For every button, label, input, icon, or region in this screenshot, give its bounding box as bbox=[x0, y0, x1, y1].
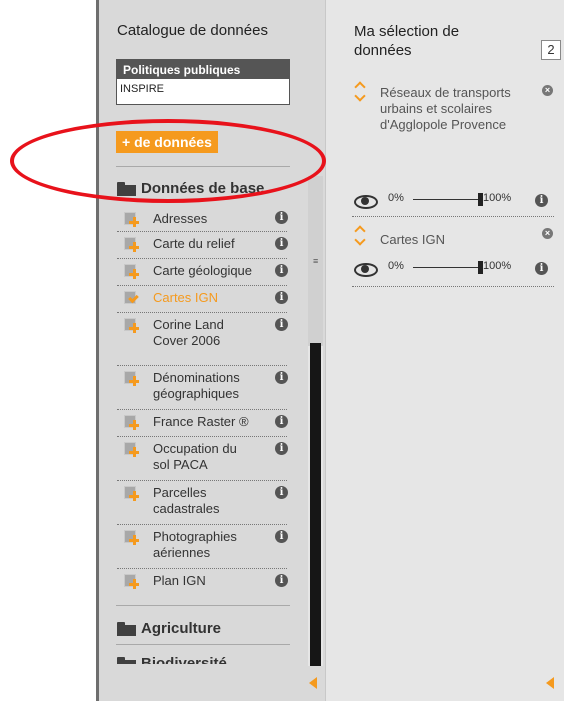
catalog-title: Catalogue de données bbox=[117, 22, 268, 39]
selection-count: 2 bbox=[541, 40, 561, 60]
add-layer-icon[interactable] bbox=[124, 574, 139, 589]
catalog-item-photographies-aeriennes[interactable]: Photographies aériennes i bbox=[117, 525, 288, 569]
item-label: Parcelles cadastrales bbox=[153, 485, 220, 516]
item-label: Carte géologique bbox=[153, 263, 253, 278]
category-label: Agriculture bbox=[141, 620, 222, 637]
item-label: France Raster ® bbox=[153, 414, 249, 429]
resize-grip-icon[interactable]: ≡ bbox=[313, 256, 318, 266]
item-label: Photographies aériennes bbox=[153, 529, 237, 560]
eye-icon[interactable] bbox=[354, 193, 378, 209]
category-biodiversite[interactable]: Biodiversité bbox=[117, 655, 227, 664]
category-label: Biodiversité bbox=[141, 655, 227, 664]
opacity-max-label: 100% bbox=[483, 192, 512, 204]
info-icon[interactable]: i bbox=[535, 262, 548, 275]
opacity-slider-track[interactable] bbox=[413, 267, 478, 268]
add-layer-icon[interactable] bbox=[124, 415, 139, 430]
close-icon[interactable]: × bbox=[542, 228, 553, 239]
selected-layer-reseaux[interactable]: Réseaux de transports urbains et scolair… bbox=[352, 76, 554, 217]
info-icon[interactable]: i bbox=[275, 211, 288, 224]
catalog-item-cartes-ign[interactable]: Cartes IGN i bbox=[117, 286, 288, 313]
reorder-icon[interactable] bbox=[354, 225, 366, 247]
info-icon[interactable]: i bbox=[275, 237, 288, 250]
catalog-item-carte-du-relief[interactable]: Carte du relief i bbox=[117, 232, 288, 259]
opacity-slider-track[interactable] bbox=[413, 199, 478, 200]
folder-icon bbox=[117, 656, 136, 664]
eye-icon[interactable] bbox=[354, 261, 378, 277]
info-icon[interactable]: i bbox=[275, 318, 288, 331]
collapse-arrow-icon[interactable] bbox=[546, 677, 554, 689]
add-layer-icon[interactable] bbox=[124, 264, 139, 279]
category-clip: Biodiversité bbox=[99, 652, 307, 664]
add-layer-icon[interactable] bbox=[124, 237, 139, 252]
add-layer-icon[interactable] bbox=[124, 371, 139, 386]
item-label: Adresses bbox=[153, 211, 208, 226]
catalog-item-corine-land-cover[interactable]: Corine Land Cover 2006 i bbox=[117, 313, 288, 366]
info-icon[interactable]: i bbox=[535, 194, 548, 207]
filter-box[interactable]: Politiques publiques INSPIRE bbox=[116, 59, 290, 105]
info-icon[interactable]: i bbox=[275, 530, 288, 543]
info-icon[interactable]: i bbox=[275, 574, 288, 587]
add-layer-icon[interactable] bbox=[124, 212, 139, 227]
item-label: Carte du relief bbox=[153, 236, 235, 251]
catalog-item-plan-ign[interactable]: Plan IGN i bbox=[117, 569, 288, 597]
close-icon[interactable]: × bbox=[542, 85, 553, 96]
add-layer-icon[interactable] bbox=[124, 530, 139, 545]
selection-title: Ma sélection de données bbox=[354, 23, 460, 59]
opacity-min-label: 0% bbox=[388, 192, 404, 204]
catalog-item-occupation-du-sol[interactable]: Occupation du sol PACA i bbox=[117, 437, 288, 481]
info-icon[interactable]: i bbox=[275, 291, 288, 304]
info-icon[interactable]: i bbox=[275, 264, 288, 277]
item-label: Cartes IGN bbox=[153, 290, 219, 305]
catalog-item-france-raster[interactable]: France Raster ® i bbox=[117, 410, 288, 437]
folder-icon bbox=[117, 621, 136, 636]
selection-panel: Ma sélection de données 2 Réseaux de tra… bbox=[325, 0, 564, 701]
info-icon[interactable]: i bbox=[275, 486, 288, 499]
category-agriculture[interactable]: Agriculture bbox=[117, 620, 221, 637]
catalog-item-carte-geologique[interactable]: Carte géologique i bbox=[117, 259, 288, 286]
catalog-item-denominations-geographiques[interactable]: Dénominations géographiques i bbox=[117, 366, 288, 410]
info-icon[interactable]: i bbox=[275, 442, 288, 455]
add-layer-icon[interactable] bbox=[124, 442, 139, 457]
filter-value[interactable]: INSPIRE bbox=[117, 79, 289, 104]
item-label: Corine Land Cover 2006 bbox=[153, 317, 224, 348]
layer-name: Réseaux de transports urbains et scolair… bbox=[380, 85, 511, 132]
annotation-ellipse bbox=[10, 119, 326, 203]
opacity-min-label: 0% bbox=[388, 260, 404, 272]
scrollbar-thumb[interactable] bbox=[310, 343, 321, 666]
info-icon[interactable]: i bbox=[275, 415, 288, 428]
divider bbox=[116, 605, 290, 606]
reorder-icon[interactable] bbox=[354, 81, 366, 103]
catalog-item-parcelles-cadastrales[interactable]: Parcelles cadastrales i bbox=[117, 481, 288, 525]
layer-name: Cartes IGN bbox=[380, 232, 446, 247]
catalog-panel: Catalogue de données Politiques publique… bbox=[99, 0, 325, 701]
add-layer-icon[interactable] bbox=[124, 318, 139, 333]
catalog-item-adresses[interactable]: Adresses i bbox=[117, 207, 288, 232]
selected-layer-cartes-ign[interactable]: Cartes IGN × 0% 100% i bbox=[352, 217, 554, 287]
info-icon[interactable]: i bbox=[275, 371, 288, 384]
item-label: Dénominations géographiques bbox=[153, 370, 240, 401]
opacity-max-label: 100% bbox=[483, 260, 512, 272]
app-window: Catalogue de données Politiques publique… bbox=[0, 0, 564, 701]
item-label: Plan IGN bbox=[153, 573, 206, 588]
item-label: Occupation du sol PACA bbox=[153, 441, 237, 472]
collapse-arrow-icon[interactable] bbox=[309, 677, 317, 689]
divider bbox=[116, 644, 290, 645]
filter-header: Politiques publiques bbox=[117, 60, 289, 79]
add-layer-icon[interactable] bbox=[124, 486, 139, 501]
added-layer-icon[interactable] bbox=[124, 291, 139, 305]
